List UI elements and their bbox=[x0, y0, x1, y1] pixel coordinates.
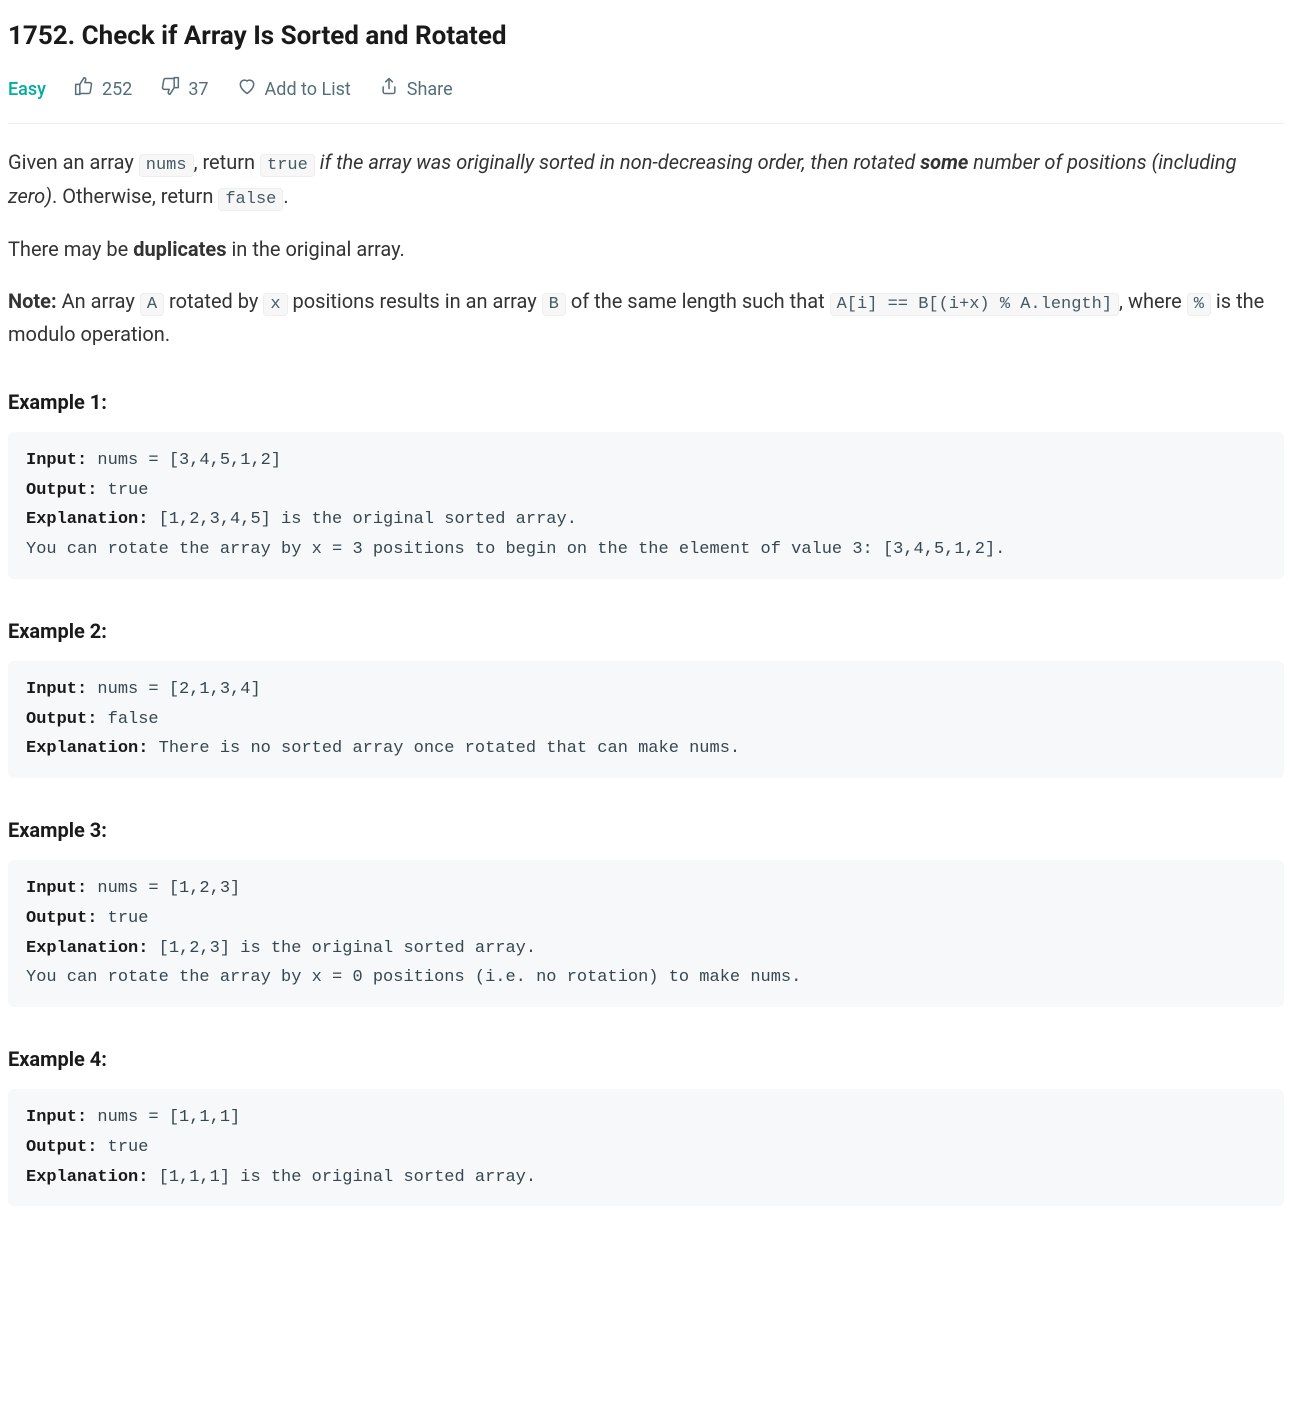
likes-count: 252 bbox=[102, 76, 132, 105]
example-heading: Example 4: bbox=[8, 1043, 1284, 1075]
example-code: Input: nums = [3,4,5,1,2] Output: true E… bbox=[8, 432, 1284, 579]
description-p2: There may be duplicates in the original … bbox=[8, 233, 1284, 265]
thumbs-up-icon bbox=[74, 76, 94, 106]
problem-title: 1752. Check if Array Is Sorted and Rotat… bbox=[8, 16, 1284, 58]
inline-code: A[i] == B[(i+x) % A.length] bbox=[830, 293, 1119, 316]
example-heading: Example 1: bbox=[8, 386, 1284, 418]
inline-code: false bbox=[218, 188, 283, 211]
inline-code: A bbox=[140, 293, 164, 316]
example-heading: Example 2: bbox=[8, 615, 1284, 647]
meta-bar: Easy 252 37 Add to List Share bbox=[8, 76, 1284, 125]
problem-description: Given an array nums, return true if the … bbox=[8, 146, 1284, 350]
dislike-button[interactable]: 37 bbox=[160, 76, 208, 106]
add-to-list-label: Add to List bbox=[265, 76, 351, 105]
example-block: Example 3: Input: nums = [1,2,3] Output:… bbox=[8, 814, 1284, 1007]
dislikes-count: 37 bbox=[188, 76, 208, 105]
heart-icon bbox=[237, 76, 257, 106]
example-code: Input: nums = [2,1,3,4] Output: false Ex… bbox=[8, 661, 1284, 778]
example-block: Example 2: Input: nums = [2,1,3,4] Outpu… bbox=[8, 615, 1284, 778]
example-code: Input: nums = [1,1,1] Output: true Expla… bbox=[8, 1089, 1284, 1206]
description-p3: Note: An array A rotated by x positions … bbox=[8, 285, 1284, 350]
like-button[interactable]: 252 bbox=[74, 76, 132, 106]
share-label: Share bbox=[407, 76, 453, 105]
example-block: Example 1: Input: nums = [3,4,5,1,2] Out… bbox=[8, 386, 1284, 579]
share-button[interactable]: Share bbox=[379, 76, 453, 106]
inline-code: x bbox=[263, 293, 287, 316]
description-p1: Given an array nums, return true if the … bbox=[8, 146, 1284, 212]
difficulty-badge: Easy bbox=[8, 76, 46, 105]
inline-code: true bbox=[260, 154, 315, 177]
add-to-list-button[interactable]: Add to List bbox=[237, 76, 351, 106]
inline-code: % bbox=[1187, 293, 1211, 316]
share-icon bbox=[379, 76, 399, 106]
thumbs-down-icon bbox=[160, 76, 180, 106]
example-heading: Example 3: bbox=[8, 814, 1284, 846]
example-code: Input: nums = [1,2,3] Output: true Expla… bbox=[8, 860, 1284, 1007]
inline-code: B bbox=[542, 293, 566, 316]
example-block: Example 4: Input: nums = [1,1,1] Output:… bbox=[8, 1043, 1284, 1206]
inline-code: nums bbox=[139, 154, 194, 177]
